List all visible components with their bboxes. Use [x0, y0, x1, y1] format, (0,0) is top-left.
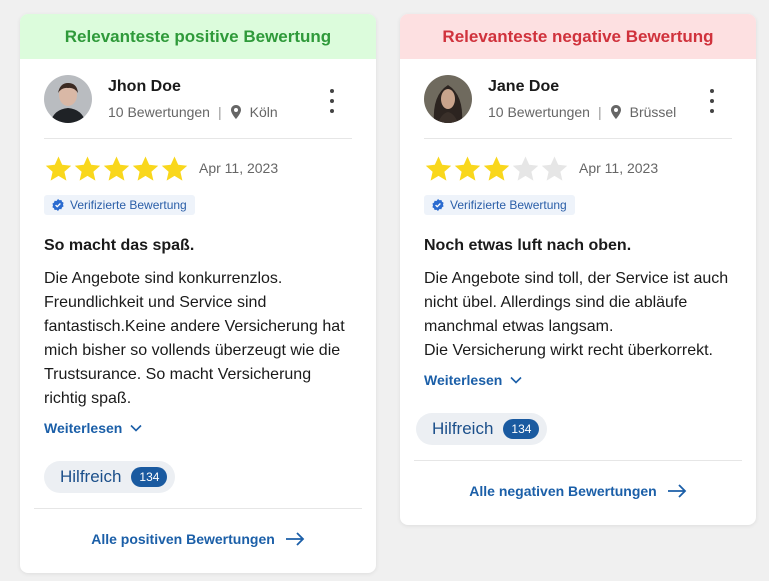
positive-review-card: Relevanteste positive Bewertung Jhon Doe…: [20, 14, 376, 573]
reviews-count: 10 Bewertungen: [108, 104, 210, 120]
reviewer-meta: 10 Bewertungen | Köln: [108, 104, 278, 120]
verified-check-icon: [52, 199, 64, 211]
reviewer-location: Köln: [249, 104, 278, 120]
more-options-icon[interactable]: [324, 89, 340, 113]
verified-badge: Verifizierte Bewertung: [424, 195, 575, 215]
star-filled-icon: [454, 156, 481, 181]
verified-label: Verifizierte Bewertung: [70, 198, 187, 212]
negative-review-card: Relevanteste negative Bewertung Jane Doe…: [400, 14, 756, 525]
star-filled-icon: [103, 156, 130, 181]
star-empty-icon: [512, 156, 539, 181]
card-header: Relevanteste positive Bewertung: [20, 14, 376, 59]
rating-row: Apr 11, 2023 Verifizierte Bewertung: [424, 139, 732, 215]
reviewer-meta: 10 Bewertungen | Brüssel: [488, 104, 676, 120]
reviewer-name: Jane Doe: [488, 78, 560, 95]
star-empty-icon: [541, 156, 568, 181]
helpful-count-badge: 134: [503, 419, 540, 439]
helpful-button[interactable]: Hilfreich 134: [416, 413, 548, 445]
all-negative-reviews-link[interactable]: Alle negativen Bewertungen: [400, 483, 756, 499]
star-filled-icon: [74, 156, 101, 181]
reviewer-location: Brüssel: [629, 104, 677, 120]
meta-separator: |: [217, 104, 222, 120]
read-more-label: Weiterlesen: [424, 372, 503, 388]
star-rating: [424, 155, 569, 183]
card-header: Relevanteste negative Bewertung: [400, 14, 756, 59]
avatar: [44, 75, 92, 123]
location-pin-icon: [610, 105, 621, 119]
arrow-right-icon: [285, 532, 305, 546]
read-more-link[interactable]: Weiterlesen: [424, 372, 522, 388]
helpful-label: Hilfreich: [60, 467, 122, 486]
review-body: Die Angebote sind konkurrenzlos. Freundl…: [44, 270, 345, 407]
helpful-label: Hilfreich: [432, 419, 494, 438]
star-filled-icon: [45, 156, 72, 181]
verified-badge: Verifizierte Bewertung: [44, 195, 195, 215]
verified-check-icon: [432, 199, 444, 211]
arrow-right-icon: [667, 484, 687, 498]
chevron-down-icon: [130, 424, 142, 432]
star-filled-icon: [425, 156, 452, 181]
more-options-icon[interactable]: [704, 89, 720, 113]
reviews-count: 10 Bewertungen: [488, 104, 590, 120]
avatar: [424, 75, 472, 123]
review-date: Apr 11, 2023: [199, 160, 279, 176]
verified-label: Verifizierte Bewertung: [450, 198, 567, 212]
divider: [414, 460, 742, 461]
review-title: So macht das spaß.: [44, 237, 195, 254]
location-pin-icon: [230, 105, 241, 119]
review-body: Die Angebote sind toll, der Service ist …: [424, 270, 729, 359]
star-filled-icon: [483, 156, 510, 181]
all-positive-reviews-label: Alle positiven Bewertungen: [91, 531, 275, 547]
chevron-down-icon: [510, 376, 522, 384]
rating-row: Apr 11, 2023 Verifizierte Bewertung: [44, 139, 352, 215]
star-filled-icon: [161, 156, 188, 181]
helpful-button[interactable]: Hilfreich 134: [44, 461, 176, 493]
review-title: Noch etwas luft nach oben.: [424, 237, 632, 254]
star-filled-icon: [132, 156, 159, 181]
reviewer-row: Jhon Doe 10 Bewertungen | Köln: [44, 59, 352, 139]
review-date: Apr 11, 2023: [579, 160, 659, 176]
all-negative-reviews-label: Alle negativen Bewertungen: [469, 483, 657, 499]
meta-separator: |: [597, 104, 602, 120]
reviewer-row: Jane Doe 10 Bewertungen | Brüssel: [424, 59, 732, 139]
star-rating: [44, 155, 189, 183]
read-more-link[interactable]: Weiterlesen: [44, 420, 142, 436]
all-positive-reviews-link[interactable]: Alle positiven Bewertungen: [20, 531, 376, 547]
divider: [34, 508, 362, 509]
reviewer-name: Jhon Doe: [108, 78, 181, 95]
helpful-count-badge: 134: [131, 467, 168, 487]
read-more-label: Weiterlesen: [44, 420, 123, 436]
